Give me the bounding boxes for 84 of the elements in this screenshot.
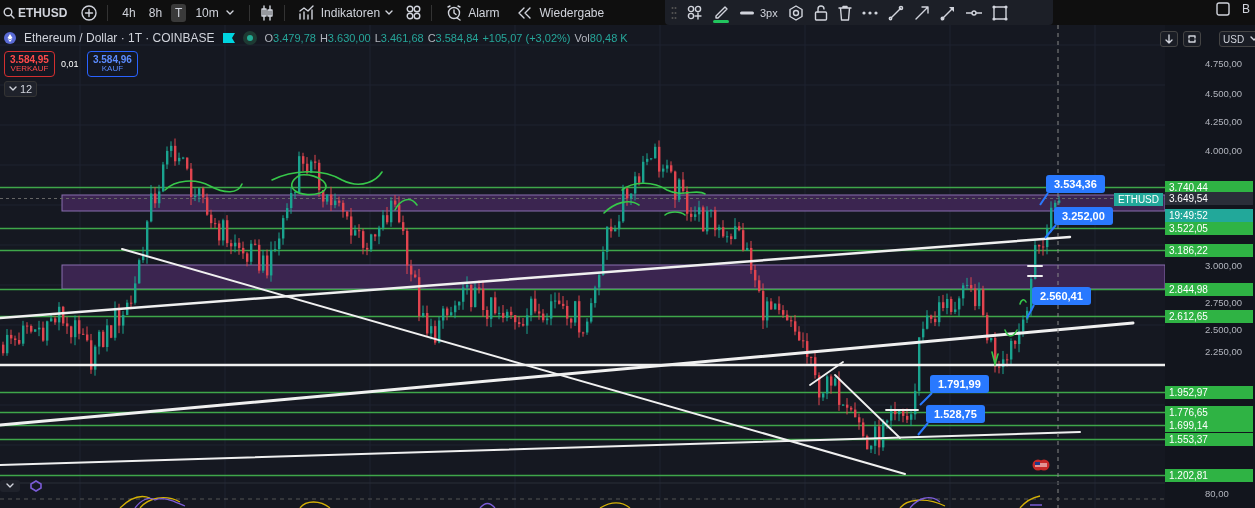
chevron-down-icon [224, 8, 235, 17]
interval-tab[interactable]: T [171, 3, 187, 22]
price-tag: 1.553,37 [1165, 433, 1253, 446]
alarm-clock-icon [446, 4, 463, 21]
leader-line [917, 422, 929, 436]
price-axis-label: 4.000,00 [1204, 144, 1243, 157]
ohlc-value: L3.461,68 [374, 32, 424, 44]
price-axis-label: 2.750,00 [1204, 296, 1243, 309]
flag-icon[interactable] [222, 33, 235, 43]
ethereum-coin-icon[interactable] [4, 32, 16, 44]
price-tag: 2.612,65 [1165, 310, 1253, 323]
indicators-button[interactable]: Indikatoren [294, 2, 385, 23]
templates-icon[interactable] [687, 5, 702, 20]
price-tag: 3.522,05 [1165, 222, 1253, 235]
square-icon[interactable] [1216, 2, 1230, 16]
price-tag: 3.186,22 [1165, 244, 1253, 257]
line-width-button[interactable]: 3px [740, 6, 778, 19]
price-tag: 1.952,97 [1165, 386, 1253, 399]
leader-line [1039, 192, 1049, 206]
indicators-icon [298, 4, 315, 21]
download-button[interactable] [1160, 31, 1178, 47]
interval-tab[interactable]: 4h [118, 3, 140, 22]
ohlc-value: O3.479,78 [264, 32, 316, 44]
price-axis-label: 4.750,00 [1204, 57, 1243, 70]
horizontal-segment-icon[interactable] [965, 9, 982, 16]
live-status-icon [242, 31, 257, 45]
search-icon[interactable] [3, 6, 15, 19]
price-callout: 2.560,41 [1032, 287, 1091, 305]
price-callout: 3.534,36 [1046, 175, 1105, 193]
price-tag: 3.649,54 [1165, 192, 1253, 205]
candlestick-icon[interactable] [259, 4, 274, 21]
volume-value: Vol80,48 K [574, 32, 628, 44]
alert-button[interactable]: Alarm [442, 2, 504, 23]
leader-line [919, 392, 933, 406]
indicators-toggle[interactable]: 12 [4, 80, 38, 97]
currency-dropdown[interactable]: USD [1219, 31, 1255, 47]
chevron-down-icon[interactable] [384, 8, 395, 17]
leader-line [1026, 304, 1035, 319]
spread-value: 0,01 [60, 58, 80, 69]
price-axis-label: 4.250,00 [1204, 115, 1243, 128]
price-change: +105,07 (+3,02%) [482, 32, 571, 44]
buy-button[interactable]: 3.584,96 KAUF [86, 51, 138, 77]
symbol-badge: ETHUSD [1113, 193, 1163, 206]
swap-icon [1187, 34, 1197, 44]
arrow-line-icon[interactable] [939, 4, 956, 21]
add-symbol-icon[interactable] [81, 4, 98, 21]
price-axis-label: 4.500,00 [1204, 87, 1243, 100]
interval-tab[interactable]: 8h [144, 3, 167, 22]
settings-icon[interactable] [787, 4, 804, 21]
unlocked-padlock-icon[interactable] [813, 4, 828, 21]
chart-title[interactable]: Ethereum / Dollar · 1T · COINBASE [24, 31, 215, 45]
interval-dropdown[interactable]: 10m [191, 3, 239, 22]
collapse-button[interactable] [0, 480, 20, 492]
ohlc-value: H3.630,00 [319, 32, 371, 44]
price-tag: 1.202,81 [1165, 469, 1253, 482]
ohlc-value: C3.584,84 [427, 32, 479, 44]
chevron-down-icon [9, 85, 17, 92]
sell-button[interactable]: 3.584,95 VERKAUF [4, 51, 55, 77]
price-tag: 1.699,14 [1165, 419, 1253, 432]
price-callout: 3.252,00 [1054, 207, 1113, 225]
indicator-icon[interactable] [30, 480, 42, 492]
grid-icon[interactable] [406, 5, 422, 20]
replay-button[interactable]: Wiedergabe [513, 2, 609, 23]
price-tag: 1.776,65 [1165, 406, 1253, 419]
drag-handle-icon[interactable] [671, 5, 677, 20]
symbol-name[interactable]: ETHUSD [18, 5, 68, 20]
price-axis-label: 80,00 [1204, 487, 1230, 500]
down-arrow-icon [1164, 34, 1174, 44]
price-tag: 2.844,98 [1165, 283, 1253, 296]
price-callout: 1.791,99 [930, 375, 989, 393]
countdown-tag: 19:49:52 [1165, 209, 1253, 222]
more-icon[interactable] [861, 10, 878, 15]
price-callout: 1.528,75 [926, 405, 985, 423]
toolbar-label: B [1242, 2, 1250, 16]
price-axis-label: 2.500,00 [1204, 323, 1243, 336]
price-axis-label: 2.250,00 [1204, 345, 1243, 358]
trash-icon[interactable] [837, 4, 852, 21]
rectangle-tool-icon[interactable] [991, 4, 1008, 21]
trend-line-icon[interactable] [887, 4, 904, 21]
price-axis-label: 3.000,00 [1204, 259, 1243, 272]
chevron-down-icon [6, 483, 14, 489]
swap-button[interactable] [1183, 31, 1201, 47]
leader-line [1044, 224, 1057, 239]
arrow-tool-icon[interactable] [913, 4, 930, 21]
